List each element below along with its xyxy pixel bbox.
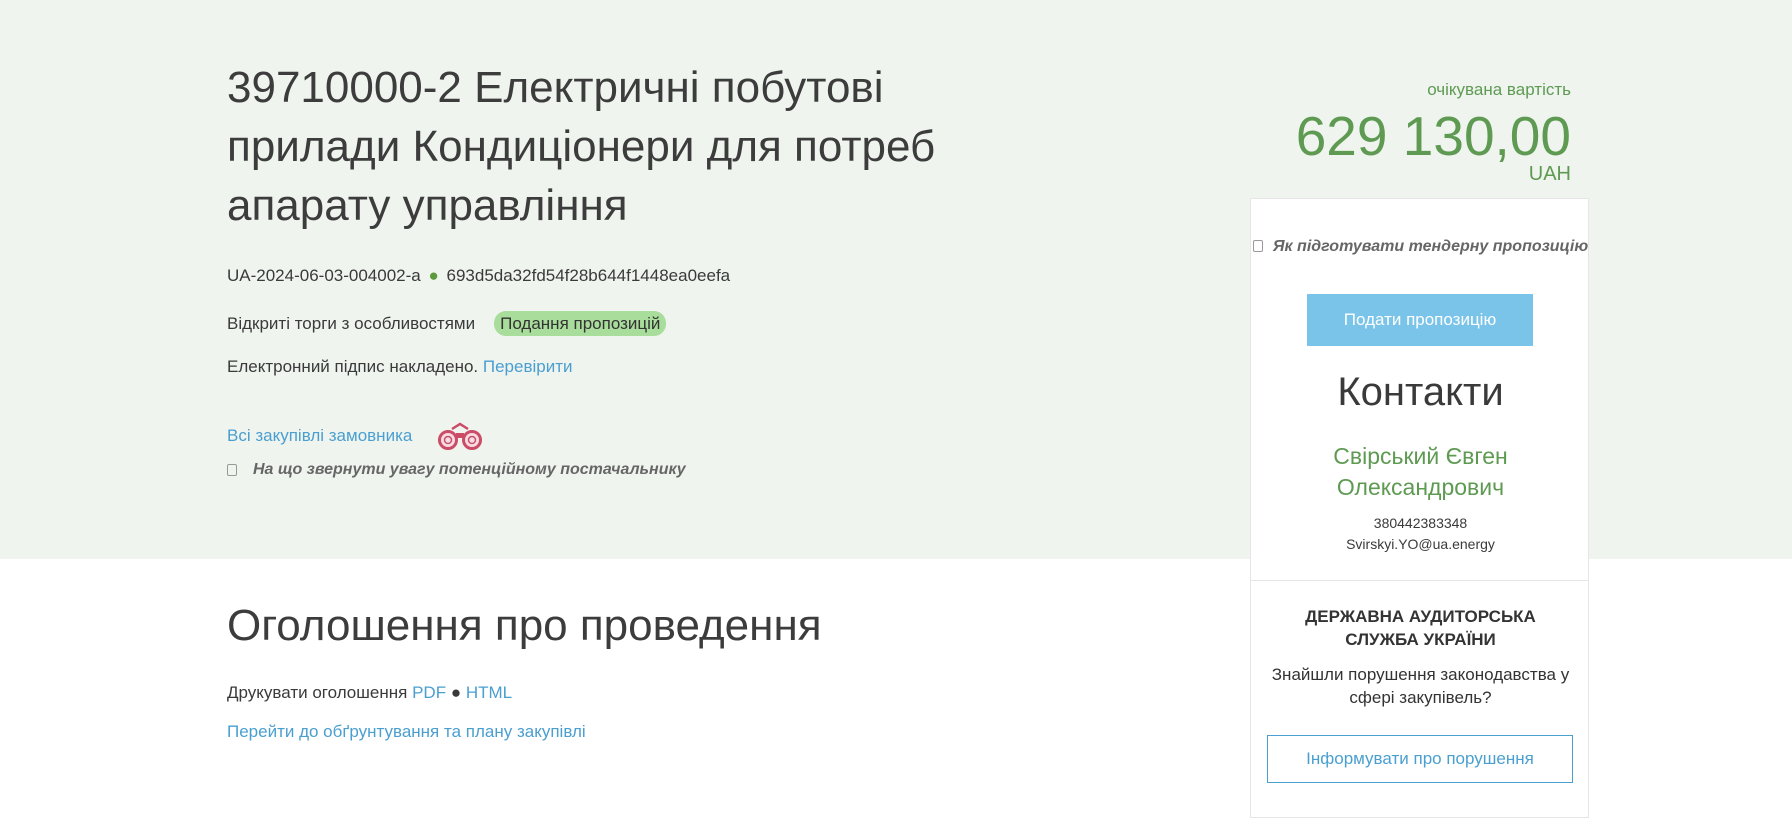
print-pdf-link[interactable]: PDF [412,683,446,702]
contact-phone: 380442383348 [1373,515,1468,531]
tender-identifiers: UA-2024-06-03-004002-a ● 693d5da32fd54f2… [227,266,730,286]
tender-hash: 693d5da32fd54f28b644f1448ea0eefa [446,266,731,285]
attention-link[interactable]: На що звернути увагу потенційному постач… [227,461,686,479]
procedure-row: Відкриті торги з особливостями Подання п… [227,311,667,336]
info-icon [1252,240,1263,252]
audit-service-title: ДЕРЖАВНА АУДИТОРСЬКА СЛУЖБА УКРАЇНИ [1305,607,1536,649]
submit-proposal-button[interactable]: Подати пропозицію [1307,294,1533,346]
card-divider [1251,580,1588,581]
plan-link[interactable]: Перейти до обґрунтування та плану закупі… [227,722,586,742]
expected-value-amount: 629 130,00 [1295,105,1571,167]
expected-value-label: очікувана вартість [1427,80,1571,99]
tender-id: UA-2024-06-03-004002-a [227,266,421,285]
sidebar-card: Як підготувати тендерну пропозицію Подат… [1250,198,1589,818]
info-icon [227,464,237,476]
all-purchases-row: Всі закупівлі замовника [227,419,486,453]
attention-link-text: На що звернути увагу потенційному постач… [253,461,686,478]
signature-text: Електронний підпис накладено. [227,357,479,376]
howto-link-text: Як підготувати тендерну пропозицію [1272,238,1589,255]
announcement-heading: Оголошення про проведення [227,601,822,650]
id-separator: ● [428,266,439,285]
print-label: Друкувати оголошення [227,683,408,702]
print-html-link[interactable]: HTML [466,683,512,702]
status-badge: Подання пропозицій [494,311,667,336]
verify-signature-link[interactable]: Перевірити [483,357,573,376]
signature-row: Електронний підпис накладено. Перевірити [227,357,573,377]
howto-link[interactable]: Як підготувати тендерну пропозицію [1251,234,1590,260]
expected-value-currency: UAH [1528,163,1571,185]
print-separator: ● [450,683,462,702]
contact-email: Svirskyi.YO@ua.energy [1346,536,1495,552]
binoculars-icon[interactable] [434,419,486,453]
procedure-type: Відкриті торги з особливостями [227,313,476,333]
report-violation-button[interactable]: Інформувати про порушення [1267,735,1573,783]
contact-name: Свірський Євген Олександрович [1333,443,1508,500]
audit-service-text: Знайшли порушення законодавства у сфері … [1271,665,1570,707]
print-announcement-row: Друкувати оголошення PDF ● HTML [227,683,512,703]
tender-title: 39710000-2 Електричні побутові прилади К… [227,63,936,230]
all-purchases-link[interactable]: Всі закупівлі замовника [227,426,412,446]
contacts-heading: Контакти [1337,370,1504,414]
